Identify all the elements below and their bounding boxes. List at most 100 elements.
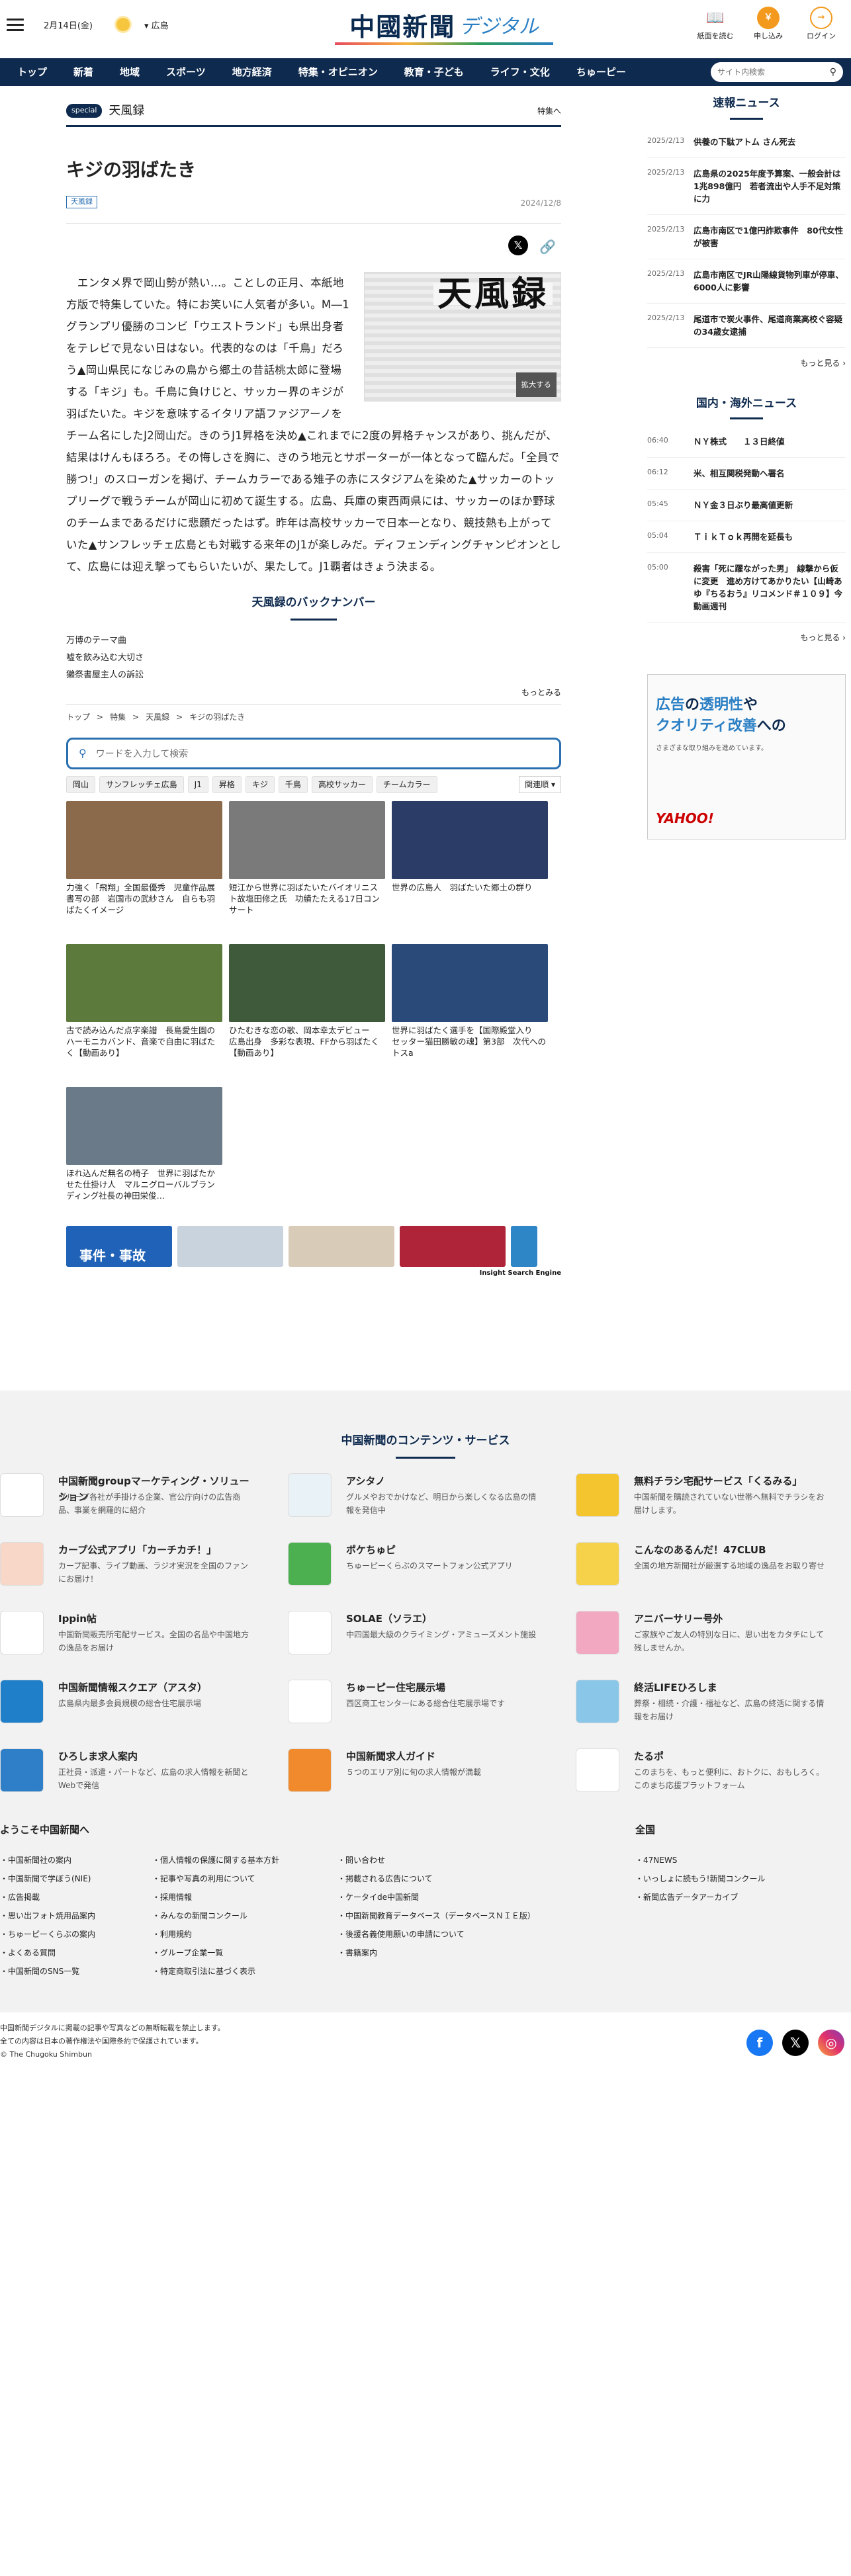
footer-link[interactable]: ・中国新聞のSNS一覧 [0,1962,95,1981]
footer-link[interactable]: ・掲載される広告について [337,1869,535,1888]
service-item[interactable]: ひろしま求人案内 正社員・派遣・パートなど、広島の求人情報を新聞とWebで発信 [0,1748,251,1801]
footer-link[interactable]: ・記事や写真の利用について [152,1869,279,1888]
nav-new[interactable]: 新着 [60,58,107,86]
footer-link[interactable]: ・中国新聞で学ぼう(NIE) [0,1869,95,1888]
keyword-chip[interactable]: 昇格 [212,775,242,793]
footer-link[interactable]: ・書籍案内 [337,1944,535,1962]
nav-sports[interactable]: スポーツ [153,58,219,86]
footer-link[interactable]: ・グループ企業一覧 [152,1944,279,1962]
world-item[interactable]: 05:00 殺害「死に躍ながった男」 線撃から仮に変更 進め方けてあかりたい【山崎… [647,553,846,623]
related-article-card[interactable]: 古で読み込んだ点字楽譜 長島愛生園のハーモニカバンド、音楽で自由に羽ばたく【動画… [66,943,222,1067]
breadcrumb-section[interactable]: 天風録 [146,711,169,723]
backnumber-item[interactable]: 万博のテーマ曲 [66,632,561,650]
keyword-chip[interactable]: 高校サッカー [311,775,373,793]
footer-link[interactable]: ・よくある質問 [0,1944,95,1962]
keyword-chip[interactable]: J1 [187,775,208,793]
category-tile[interactable] [289,1225,394,1267]
related-article-card[interactable]: 力強く「飛翔」全国最優秀 児童作品展書写の部 岩国市の武紗さん 自らも羽ばたくイ… [66,800,222,924]
related-article-card[interactable]: 世界の広島人 羽ばたいた郷土の群り [392,800,548,924]
service-item[interactable]: 無料チラシ宅配サービス「くるみる」 中国新聞を購読されていない世帯へ無料でチラシを… [576,1473,827,1526]
related-article-card[interactable]: ほれ込んだ無名の椅子 世界に羽ばたかせた仕掛け人 マルニグローバルブランディング… [66,1086,222,1210]
service-item[interactable]: 中国新聞情報スクエア（アスタ） 広島県内最多会員規模の総合住宅展示場 [0,1679,251,1733]
footer-link[interactable]: ・利用規約 [152,1925,279,1944]
footer-link[interactable]: ・採用情報 [152,1888,279,1907]
footer-link[interactable]: ・特定商取引法に基づく表示 [152,1962,279,1981]
zoom-button[interactable]: 拡大する [515,372,557,397]
related-article-card[interactable]: 世界に羽ばたく選手を【国際殿堂入り セッター猫田勝敏の魂】第3部 次代へのトスa [392,943,548,1067]
tokushu-link[interactable]: 特集へ [537,105,561,117]
world-more-link[interactable]: もっと見る › [647,632,846,644]
link-copy-icon[interactable]: 🔗 [539,237,556,257]
nav-economy[interactable]: 地方経済 [219,58,285,86]
footer-link[interactable]: ・個人情報の保護に関する基本方針 [152,1851,279,1869]
footer-link[interactable]: ・後援名義使用願いの申請について [337,1925,535,1944]
service-item[interactable]: ちゅーピー住宅展示場 西区商工センターにある総合住宅展示場です [288,1679,539,1733]
sort-select[interactable]: 関連順 ▾ [519,775,561,793]
x-icon[interactable]: 𝕏 [782,2030,809,2056]
subscribe-button[interactable]: ￥ 申し込み [745,7,791,42]
world-item[interactable]: 06:40 ＮＹ株式 １３日終値 [647,426,846,458]
breadcrumb-top[interactable]: トップ [66,711,90,723]
footer-link[interactable]: ・みんなの新聞コンクール [152,1907,279,1925]
service-item[interactable]: アニバーサリー号外 ご家族やご友人の特別な日に、思い出をカタチにして残しませんか。 [576,1610,827,1664]
keyword-search-input[interactable] [95,748,549,759]
category-tile[interactable]: 事件・事故 [66,1225,172,1267]
instagram-icon[interactable]: ◎ [818,2030,844,2056]
site-search-input[interactable] [717,67,830,77]
service-item[interactable]: ポケちゅピ ちゅーピーくらぶのスマートフォン公式アプリ [288,1541,539,1595]
nav-top[interactable]: トップ [4,58,60,86]
footer-link[interactable]: ・ちゅーピーくらぶの案内 [0,1925,95,1944]
footer-link[interactable]: ・中国新聞教育データベース（データベースＮＩＥ版） [337,1907,535,1925]
footer-link[interactable]: ・広告掲載 [0,1888,95,1907]
backnumber-item[interactable]: 獺祭書屋主人の訴訟 [66,667,561,684]
article-tag[interactable]: 天風録 [66,196,97,208]
region-selector[interactable]: ▾ 広島 [144,20,169,33]
read-paper-button[interactable]: 📖 紙面を読む [692,7,739,42]
keyword-chip[interactable]: サンフレッチェ広島 [99,775,184,793]
footer-link[interactable]: ・ケータイde中国新聞 [337,1888,535,1907]
nav-chupy[interactable]: ちゅーピー [563,58,639,86]
footer-link[interactable]: ・中国新聞社の案内 [0,1851,95,1869]
category-tile[interactable] [400,1225,506,1267]
sokuho-item[interactable]: 2025/2/13 広島県の2025年度予算案、一般会計は1兆898億円 若者流出… [647,158,846,215]
service-item[interactable]: アシタノ グルメやおでかけなど、明日から楽しくなる広島の情報を発信中 [288,1473,539,1526]
nav-opinion[interactable]: 特集・オピニオン [285,58,391,86]
backnumber-item[interactable]: 嘘を飲み込む大切さ [66,650,561,667]
sokuho-item[interactable]: 2025/2/13 尾道市で炭火事件、尾道商業高校ぐ容疑の34歳女逮捕 [647,304,846,348]
footer-link[interactable]: ・いっしょに読もう!新聞コンクール [635,1869,765,1888]
category-tile[interactable] [177,1225,283,1267]
related-article-card[interactable]: ひたむきな恋の歌、岡本幸太デビュー 広島出身 多彩な表現、FFから羽ばたく【動画… [229,943,385,1067]
sokuho-more-link[interactable]: もっと見る › [647,357,846,369]
service-item[interactable]: 中国新聞groupマーケティング・ソリューション グループ各社が手掛ける企業、官公… [0,1473,251,1526]
breadcrumb-tokushu[interactable]: 特集 [110,711,126,723]
service-item[interactable]: こんなのあるんだ！47CLUB 全国の地方新聞社が厳選する地域の逸品をお取り寄せ [576,1541,827,1595]
facebook-icon[interactable]: f [746,2030,773,2056]
category-tile[interactable] [511,1225,537,1267]
world-item[interactable]: 06:12 米、相互関税発動へ署名 [647,458,846,490]
backnumber-more-link[interactable]: もっとみる [66,687,561,699]
sokuho-item[interactable]: 2025/2/13 広島市南区でJR山陽線貨物列車が停車、6000人に影響 [647,259,846,304]
service-item[interactable]: Ippin帖 中国新聞販売所宅配サービス。全国の名品や中国地方の逸品をお届け [0,1610,251,1664]
keyword-chip[interactable]: 岡山 [66,775,96,793]
world-item[interactable]: 05:45 ＮＹ金３日ぶり最高値更新 [647,490,846,521]
keyword-chip[interactable]: 千鳥 [278,775,308,793]
article-figure[interactable]: 天風録 拡大する [364,272,561,402]
search-icon[interactable]: ⚲ [830,65,836,79]
footer-link[interactable]: ・思い出フォト焼用品案内 [0,1907,95,1925]
footer-link[interactable]: ・新聞広告データアーカイブ [635,1888,765,1907]
sokuho-item[interactable]: 2025/2/13 広島市南区で1億円詐欺事件 80代女性が被害 [647,215,846,259]
service-item[interactable]: たるポ このまちを、もっと便利に、おトクに、おもしろく。このまち応援プラットフォー… [576,1748,827,1801]
footer-link[interactable]: ・47NEWS [635,1851,765,1869]
service-item[interactable]: 終活LIFEひろしま 葬祭・相続・介護・福祉など、広島の終活に関する情報をお届け [576,1679,827,1733]
sokuho-item[interactable]: 2025/2/13 供養の下駄アトム さん死去 [647,126,846,158]
keyword-chip[interactable]: キジ [245,775,275,793]
login-button[interactable]: → ログイン [798,7,844,42]
nav-region[interactable]: 地域 [107,58,153,86]
footer-link[interactable]: ・問い合わせ [337,1851,535,1869]
ad-banner[interactable]: 広告の透明性や クオリティ改善への さまざまな取り組みを進めています。 YAHO… [647,674,846,839]
world-item[interactable]: 05:04 ＴｉｋＴｏｋ再開を延長も [647,521,846,553]
service-item[interactable]: カープ公式アプリ「カーチカチ！」 カープ記事、ライブ動画、ラジオ実況を全国のファン… [0,1541,251,1595]
menu-icon[interactable] [7,19,24,32]
nav-life[interactable]: ライフ・文化 [477,58,563,86]
x-share-icon[interactable]: 𝕏 [508,236,528,255]
